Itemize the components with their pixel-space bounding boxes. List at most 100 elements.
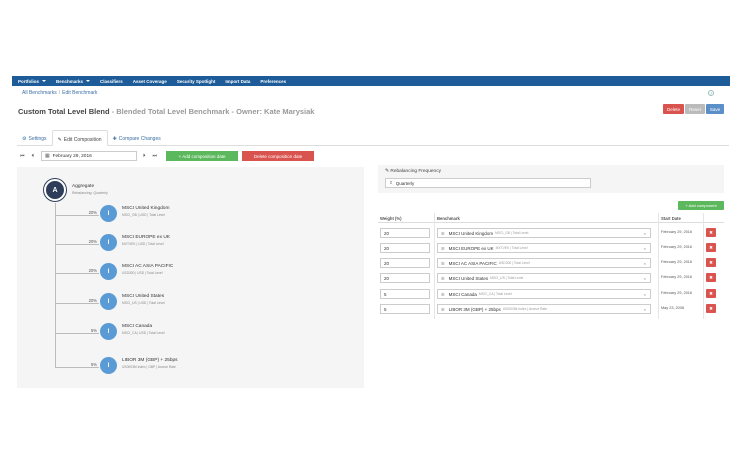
remove-row-button[interactable]: ✖ xyxy=(706,289,716,298)
caret-down-icon xyxy=(86,80,91,82)
benchmark-select[interactable]: ☰ MSCI EUROPE ex UK MXTVEK | Total Level × xyxy=(437,243,651,253)
start-date: May 23, 2008 xyxy=(661,306,685,310)
tree-child: 20% I MSCI EUROPE ex UK MXTVEK | USD | T… xyxy=(55,234,315,254)
benchmark-select[interactable]: ☰ MSCI United Kingdom MSCI_GB | Total Leve… xyxy=(437,228,651,238)
child-meta: MXTVEK | USD | Total Level xyxy=(122,242,164,246)
reset-button[interactable]: Reset xyxy=(685,104,705,114)
rebalancing-select[interactable]: ⇕ Quarterly xyxy=(385,178,591,188)
composition-date-row: ⏮ ⏴ ▦ February 29, 2016 ⏵ ⏭ + Add composi… xyxy=(20,151,315,161)
weight-input[interactable]: 20 xyxy=(380,273,430,283)
previous-date-icon[interactable]: ⏴ xyxy=(32,153,35,159)
index-node[interactable]: I xyxy=(100,323,117,340)
weight-input[interactable]: 5 xyxy=(380,304,430,314)
add-composition-date-button[interactable]: + Add composition date xyxy=(166,151,239,161)
page-title: Custom Total Level Blend - Blended Total… xyxy=(18,107,314,116)
benchmark-name: MSCI United States xyxy=(448,275,489,281)
benchmark-select[interactable]: ☰ MSCI Canada MSCI_CA | Total Level × xyxy=(437,289,651,299)
weight-header: Weight (%) xyxy=(380,216,402,221)
next-date-icon[interactable]: ⏵ xyxy=(143,153,146,159)
add-component-button[interactable]: + Add component xyxy=(678,201,724,210)
benchmark-name: MSCI AC ASIA PACIFIC xyxy=(448,260,497,266)
weight-input[interactable]: 5 xyxy=(380,289,430,299)
clear-icon[interactable]: × xyxy=(644,231,646,236)
start-date: February 29, 2016 xyxy=(661,291,693,295)
clear-icon[interactable]: × xyxy=(644,246,646,251)
table-row: 20 ☰ MSCI AC ASIA PACIFIC USD300 | Total L… xyxy=(378,257,724,269)
clear-icon[interactable]: × xyxy=(644,307,646,312)
tree-branch xyxy=(55,215,99,216)
tab-settings[interactable]: ⚙ Settings xyxy=(17,130,52,145)
remove-row-button[interactable]: ✖ xyxy=(706,228,716,237)
delete-button[interactable]: Delete xyxy=(663,104,684,114)
save-button[interactable]: Save xyxy=(706,104,724,114)
benchmark-name: MSCI Canada xyxy=(448,291,477,297)
gear-icon: ⚙ xyxy=(22,136,27,142)
tab-label: Edit Composition xyxy=(63,137,102,143)
index-node[interactable]: I xyxy=(100,234,117,251)
weight-input[interactable]: 20 xyxy=(380,243,430,253)
first-date-icon[interactable]: ⏮ xyxy=(20,153,25,159)
delete-composition-date-button[interactable]: Delete composition date xyxy=(242,151,315,161)
list-icon: ☰ xyxy=(441,291,445,297)
composition-date-field[interactable]: ▦ February 29, 2016 xyxy=(41,151,138,161)
aggregate-label: Aggregate xyxy=(72,184,95,189)
nav-import-data[interactable]: Import Data xyxy=(225,79,250,84)
index-node[interactable]: I xyxy=(100,357,117,374)
table-row: 20 ☰ MSCI United Kingdom MSCI_GB | Total L… xyxy=(378,227,724,239)
child-name: MSCI EUROPE ex UK xyxy=(122,235,170,240)
caret-down-icon xyxy=(42,80,46,82)
nav-portfolios[interactable]: Portfolios xyxy=(18,79,46,84)
nav-benchmarks[interactable]: Benchmarks xyxy=(56,79,91,84)
benchmark-select[interactable]: ☰ MSCI United States MSCI_US | Total Level… xyxy=(437,273,651,283)
nav-asset-coverage[interactable]: Asset Coverage xyxy=(133,79,167,84)
last-date-icon[interactable]: ⏭ xyxy=(153,153,158,159)
nav-preferences[interactable]: Preferences xyxy=(260,79,286,84)
child-name: MSCI United States xyxy=(122,294,165,299)
benchmark-name: MSCI United Kingdom xyxy=(448,230,494,236)
weight-input[interactable]: 20 xyxy=(380,258,430,268)
nav-label: Classifiers xyxy=(100,78,123,84)
remove-row-button[interactable]: ✖ xyxy=(706,304,716,313)
components-table: Weight (%) Benchmark Start Date 20 ☰ MSCI… xyxy=(378,213,724,319)
nav-classifiers[interactable]: Classifiers xyxy=(100,79,123,84)
composition-tree: A Aggregate Rebalancing: Quarterly 20% I… xyxy=(17,167,364,388)
rebalancing-value: Quarterly xyxy=(395,180,415,186)
benchmark-name: MSCI EUROPE ex UK xyxy=(448,245,494,251)
tab-edit-composition[interactable]: ✎ Edit Composition xyxy=(51,130,108,146)
benchmark-meta: MSCI_US | Total Level xyxy=(490,276,524,280)
benchmark-name: LIBOR 3M (GBP) + 25bps xyxy=(448,306,501,312)
calendar-icon: ▦ xyxy=(45,153,50,159)
help-icon[interactable]: ? xyxy=(708,90,714,96)
tree-branch xyxy=(55,333,99,334)
remove-row-button[interactable]: ✖ xyxy=(706,258,716,267)
index-node[interactable]: I xyxy=(100,205,117,222)
child-weight: 5% xyxy=(90,328,97,333)
breadcrumb-edit-benchmark[interactable]: Edit Benchmark xyxy=(62,90,97,96)
child-weight: 20% xyxy=(88,239,97,244)
remove-row-button[interactable]: ✖ xyxy=(706,273,716,282)
tab-compare-changes[interactable]: ✚ Compare Changes xyxy=(108,130,166,145)
tree-branch xyxy=(55,244,99,245)
index-node[interactable]: I xyxy=(100,293,117,310)
tree-branch xyxy=(55,273,99,274)
breadcrumb-all-benchmarks[interactable]: All Benchmarks xyxy=(22,90,57,96)
benchmark-header: Benchmark xyxy=(437,216,460,221)
benchmark-select[interactable]: ☰ MSCI AC ASIA PACIFIC USD300 | Total Leve… xyxy=(437,258,651,268)
weight-input[interactable]: 20 xyxy=(380,228,430,238)
clear-icon[interactable]: × xyxy=(644,276,646,281)
clear-icon[interactable]: × xyxy=(644,292,646,297)
table-row: 5 ☰ MSCI Canada MSCI_CA | Total Level × Feb… xyxy=(378,288,724,300)
nav-label: Asset Coverage xyxy=(132,78,167,84)
benchmark-select[interactable]: ☰ LIBOR 3M (GBP) + 25bps US0003M Index | A… xyxy=(437,304,651,314)
index-node[interactable]: I xyxy=(100,263,117,280)
list-icon: ☰ xyxy=(441,230,445,236)
nav-security-spotlight[interactable]: Security Spotlight xyxy=(177,79,216,84)
aggregate-node[interactable]: A xyxy=(44,179,66,201)
nav-label: Portfolios xyxy=(18,78,39,84)
benchmark-meta: MXTVEK | Total Level xyxy=(495,246,528,250)
table-row: 20 ☰ MSCI United States MSCI_US | Total Le… xyxy=(378,272,724,284)
nav-label: Security Spotlight xyxy=(176,78,216,84)
remove-row-button[interactable]: ✖ xyxy=(706,243,716,252)
tree-child: 5% I LIBOR 3M (GBP) + 25bps US0003M Inde… xyxy=(55,357,315,377)
clear-icon[interactable]: × xyxy=(644,261,646,266)
